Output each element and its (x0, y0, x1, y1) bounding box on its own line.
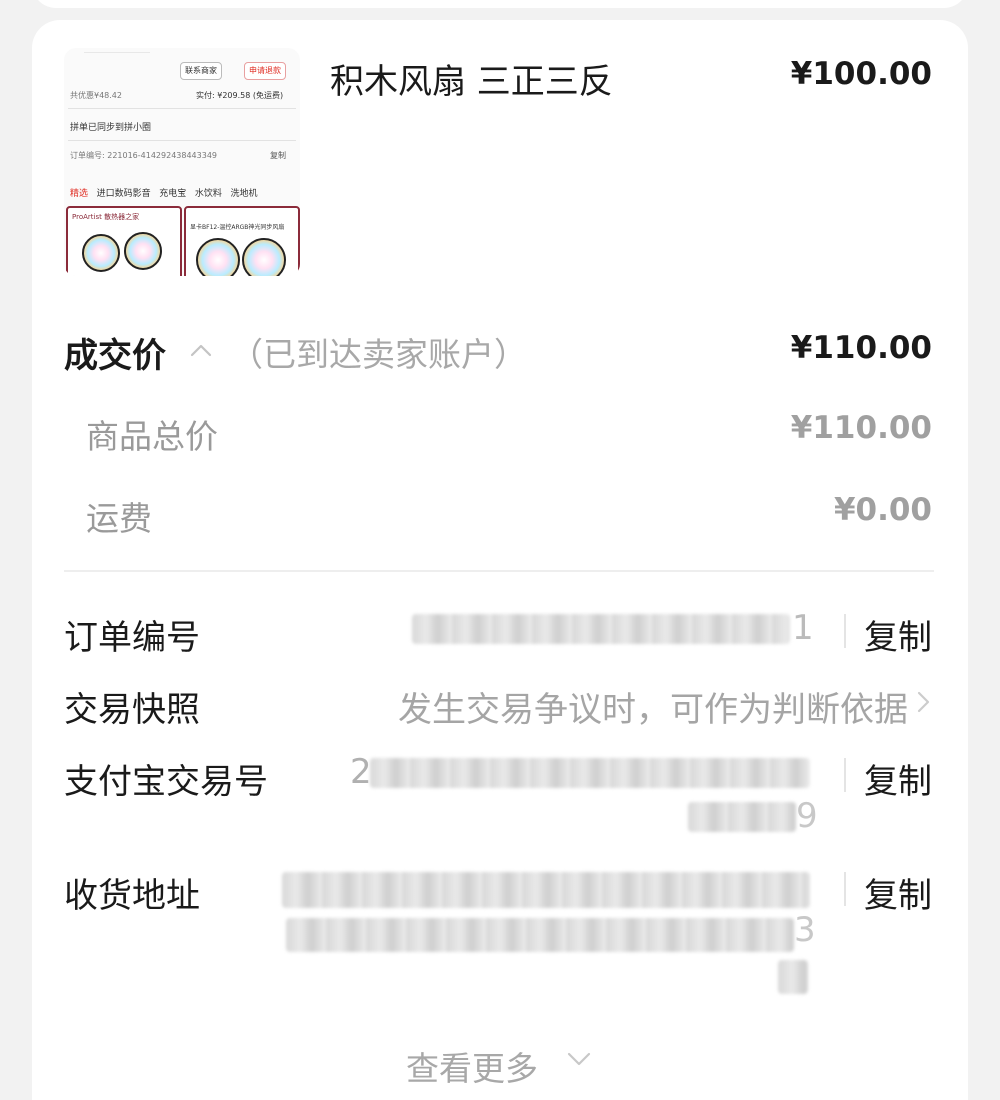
thumb-order-text: 订单编号: 221016-414292438443349 (70, 151, 218, 160)
order-number-value-blurred (412, 614, 790, 644)
shipping-fee-value: ¥0.00 (833, 492, 932, 528)
order-detail-page: 联系商家 申请退款 共优惠¥48.42 实付: ¥209.58 (免运费) 拼单… (0, 0, 1000, 1100)
previous-card-edge (32, 0, 968, 8)
chevron-down-icon[interactable] (566, 1050, 592, 1068)
thumb-discount-text: 共优惠¥48.42 (70, 91, 122, 100)
product-thumbnail[interactable]: 联系商家 申请退款 共优惠¥48.42 实付: ¥209.58 (免运费) 拼单… (64, 48, 300, 276)
alipay-trade-label: 支付宝交易号 (64, 762, 268, 802)
thumb-promo-right: 显卡BF12-温控ARGB神光同步风扇 (184, 206, 300, 276)
separator (844, 614, 846, 648)
copy-order-number-button[interactable]: 复制 (864, 610, 932, 659)
deal-price-label[interactable]: 成交价 (64, 328, 166, 377)
section-divider (64, 570, 934, 572)
deal-price-note: （已到达卖家账户） (230, 335, 527, 374)
shipping-address-tail: 3 (794, 910, 816, 950)
alipay-trade-tail: 9 (796, 796, 818, 836)
order-number-tail: 1 (792, 608, 814, 648)
product-price: ¥100.00 (790, 56, 932, 92)
thumb-refund-button: 申请退款 (244, 62, 286, 80)
thumb-contact-button: 联系商家 (180, 62, 222, 80)
shipping-fee-label: 运费 (86, 499, 152, 538)
product-title[interactable]: 积木风扇 三正三反 (330, 54, 613, 103)
copy-address-button[interactable]: 复制 (864, 868, 932, 917)
alipay-trade-value-blurred (370, 758, 810, 788)
thumb-tabs: 精选 进口数码影音 充电宝 水饮料 洗地机 (70, 189, 258, 199)
copy-alipay-trade-button[interactable]: 复制 (864, 754, 932, 803)
separator (844, 872, 846, 906)
view-more-button[interactable]: 查看更多 (406, 1042, 538, 1090)
chevron-right-icon[interactable] (914, 690, 932, 714)
thumb-promo-left: ProArtist 散热器之家 (66, 206, 182, 276)
thumb-copy-text: 复制 (270, 151, 286, 160)
alipay-trade-head: 2 (350, 752, 372, 792)
goods-total-label: 商品总价 (86, 417, 218, 456)
chevron-up-icon[interactable] (190, 340, 212, 362)
shipping-address-blurred-3 (778, 960, 808, 994)
shipping-address-blurred-2 (286, 918, 794, 952)
trade-snapshot-link[interactable]: 发生交易争议时，可作为判断依据 (398, 682, 908, 731)
trade-snapshot-label: 交易快照 (64, 690, 200, 730)
deal-price-value: ¥110.00 (790, 330, 932, 366)
thumb-sync-text: 拼单已同步到拼小圈 (70, 123, 152, 133)
shipping-address-label: 收货地址 (64, 876, 200, 916)
thumb-paid-text: 实付: ¥209.58 (免运费) (196, 91, 284, 100)
alipay-trade-value-blurred-2 (688, 802, 796, 832)
order-number-label: 订单编号 (64, 618, 200, 658)
shipping-address-blurred-1 (282, 872, 810, 908)
goods-total-value: ¥110.00 (790, 410, 932, 446)
separator (844, 758, 846, 792)
